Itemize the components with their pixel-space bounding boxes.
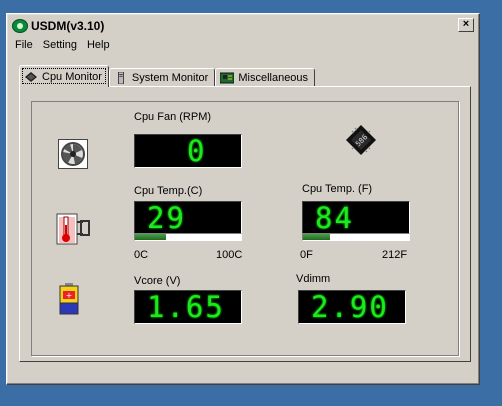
cpu-temp-f-min: 0F [300, 249, 313, 261]
cpu-temp-f-bar-fill [303, 234, 330, 240]
window-title: USDM(v3.10) [31, 19, 105, 33]
menu-file[interactable]: File [10, 37, 38, 55]
cpu-temp-f-display: 84 [302, 201, 410, 235]
tab-label: System Monitor [131, 72, 209, 84]
cpu-temp-c-bar-fill [135, 234, 166, 240]
board-icon [220, 72, 235, 84]
tab-cpu-monitor[interactable]: Cpu Monitor [19, 65, 109, 87]
svg-text:+: + [66, 291, 73, 300]
tab-label: Cpu Monitor [42, 70, 102, 83]
vdimm-display: 2.90 [298, 290, 406, 324]
fan-icon [58, 139, 88, 169]
cpu-temp-c-bar [134, 233, 242, 241]
vcore-display: 1.65 [134, 290, 242, 324]
app-icon [12, 19, 28, 33]
menu-help[interactable]: Help [82, 37, 115, 55]
menu-setting[interactable]: Setting [38, 37, 82, 55]
cpu-temp-c-label: Cpu Temp.(C) [134, 185, 203, 197]
battery-icon: + [59, 283, 79, 315]
tab-label: Miscellaneous [238, 72, 309, 84]
cpu-temp-c-min: 0C [134, 249, 149, 261]
title-bar[interactable]: USDM(v3.10) × [10, 17, 476, 35]
cpu-temp-f-max: 212F [382, 249, 408, 261]
cpu-monitor-panel: + 586 Cpu Fan (RPM) 0 Cpu Temp.(C) 29 0C… [19, 86, 471, 362]
tower-icon [117, 72, 124, 84]
vcore-label: Vcore (V) [134, 275, 181, 287]
app-window: USDM(v3.10) × File Setting Help Cpu Moni… [6, 13, 480, 385]
tab-strip: Cpu Monitor System Monitor Miscellaneous [19, 65, 316, 87]
close-button[interactable]: × [458, 18, 474, 32]
vdimm-label: Vdimm [296, 273, 331, 285]
tab-system-monitor[interactable]: System Monitor [108, 68, 216, 87]
cpu-chip-icon: 586 [346, 125, 376, 155]
thermometer-icon [56, 213, 90, 245]
cpu-temp-c-max: 100C [216, 249, 243, 261]
cpu-fan-display: 0 [134, 134, 242, 168]
menu-bar: File Setting Help [10, 37, 115, 55]
chip-icon [25, 71, 37, 82]
cpu-fan-label: Cpu Fan (RPM) [134, 111, 212, 123]
cpu-temp-c-display: 29 [134, 201, 242, 235]
cpu-temp-f-bar [302, 233, 410, 241]
tab-miscellaneous[interactable]: Miscellaneous [215, 68, 316, 87]
cpu-temp-f-label: Cpu Temp. (F) [302, 183, 373, 195]
